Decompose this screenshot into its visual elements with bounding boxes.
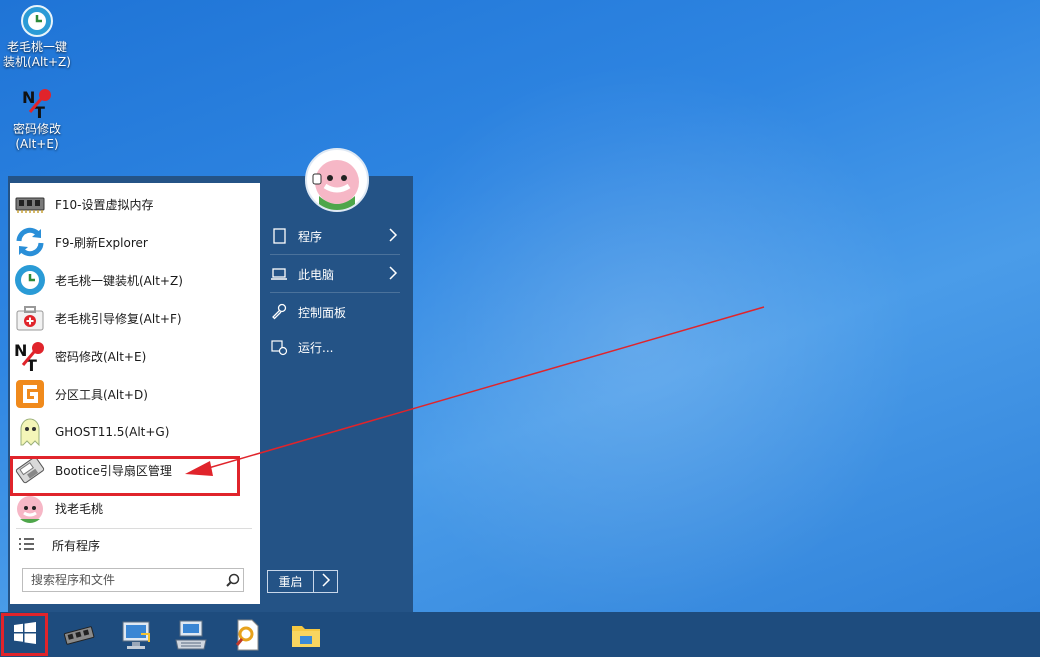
nt-password-icon: NT xyxy=(13,339,47,375)
desktop-icon-laomaotao-install[interactable]: 老毛桃一键 装机(Alt+Z) xyxy=(2,4,72,70)
right-divider xyxy=(270,292,400,293)
all-programs-button[interactable]: 所有程序 xyxy=(10,531,260,559)
first-aid-kit-icon xyxy=(13,301,47,335)
laomaotao-install-icon xyxy=(13,263,47,297)
menu-item-label: 找老毛桃 xyxy=(55,501,104,516)
menu-item-label: 老毛桃一键装机(Alt+Z) xyxy=(55,273,183,288)
menu-item-laomaotao-install[interactable]: 老毛桃一键装机(Alt+Z) xyxy=(10,261,260,299)
start-right-this-pc[interactable]: 此电脑 xyxy=(270,259,400,289)
search-box[interactable] xyxy=(22,568,244,592)
start-right-label: 此电脑 xyxy=(298,267,335,282)
menu-item-label: 密码修改(Alt+E) xyxy=(55,349,147,364)
search-input[interactable] xyxy=(31,573,221,587)
start-right-control-panel[interactable]: 控制面板 xyxy=(270,297,400,327)
chevron-right-icon xyxy=(388,266,398,280)
memory-chip-icon xyxy=(62,626,96,656)
run-icon xyxy=(270,338,288,356)
taskbar-memory-chip[interactable] xyxy=(62,618,96,652)
taskbar-file-explorer[interactable] xyxy=(289,618,323,652)
right-divider xyxy=(270,254,400,255)
taskbar-network-computer[interactable] xyxy=(119,618,153,652)
desktop-icon-label: 老毛桃一键 装机(Alt+Z) xyxy=(3,40,71,69)
user-avatar[interactable] xyxy=(305,148,369,212)
annotation-highlight-box xyxy=(10,456,240,496)
start-menu-left-pane: F10-设置虚拟内存 F9-刷新Explorer 老毛桃一键装机(Alt+Z) … xyxy=(10,183,260,604)
folder-icon xyxy=(289,626,323,656)
wrench-icon xyxy=(270,303,288,321)
menu-item-label: 老毛桃引导修复(Alt+F) xyxy=(55,311,182,326)
nt-password-icon: NT xyxy=(20,86,54,122)
memory-chip-icon xyxy=(13,187,47,221)
start-right-programs[interactable]: 程序 xyxy=(270,221,400,251)
keyboard-computer-icon xyxy=(174,620,208,656)
menu-item-boot-repair[interactable]: 老毛桃引导修复(Alt+F) xyxy=(10,299,260,337)
list-icon xyxy=(16,535,36,555)
start-right-label: 程序 xyxy=(298,229,323,244)
peach-mascot-icon xyxy=(13,491,47,525)
chevron-right-icon xyxy=(388,228,398,242)
desktop-background xyxy=(360,60,920,620)
chevron-right-icon xyxy=(321,572,331,591)
network-computer-icon xyxy=(119,621,153,656)
taskbar xyxy=(0,612,1040,657)
ghost-icon xyxy=(13,415,47,449)
refresh-icon xyxy=(13,225,47,259)
menu-item-ghost[interactable]: GHOST11.5(Alt+G) xyxy=(10,413,260,451)
menu-item-label: F9-刷新Explorer xyxy=(55,235,148,250)
laomaotao-install-icon xyxy=(20,4,54,38)
all-programs-label: 所有程序 xyxy=(52,538,101,553)
start-menu: F10-设置虚拟内存 F9-刷新Explorer 老毛桃一键装机(Alt+Z) … xyxy=(8,176,413,612)
taskbar-search-file[interactable] xyxy=(230,618,264,652)
desktop-icon-label: 密码修改 (Alt+E) xyxy=(12,122,61,151)
diskgenius-icon xyxy=(13,377,47,411)
search-icon[interactable] xyxy=(225,572,241,588)
document-icon xyxy=(270,227,288,245)
menu-item-virtual-memory[interactable]: F10-设置虚拟内存 xyxy=(10,185,260,223)
laptop-icon xyxy=(270,265,288,283)
menu-item-password[interactable]: NT 密码修改(Alt+E) xyxy=(10,337,260,375)
shutdown-options-button[interactable] xyxy=(314,570,338,593)
windows-logo-icon xyxy=(13,621,37,649)
start-right-label: 运行... xyxy=(298,340,334,355)
desktop-icon-password[interactable]: NT 密码修改 (Alt+E) xyxy=(2,86,72,152)
start-button[interactable] xyxy=(1,613,48,656)
menu-item-partition-tool[interactable]: 分区工具(Alt+D) xyxy=(10,375,260,413)
menu-item-label: 分区工具(Alt+D) xyxy=(55,387,148,402)
menu-item-refresh-explorer[interactable]: F9-刷新Explorer xyxy=(10,223,260,261)
menu-item-label: F10-设置虚拟内存 xyxy=(55,197,154,212)
file-search-icon xyxy=(230,619,264,656)
menu-item-label: GHOST11.5(Alt+G) xyxy=(55,425,170,439)
start-right-run[interactable]: 运行... xyxy=(270,332,400,362)
start-right-label: 控制面板 xyxy=(298,305,347,320)
menu-divider xyxy=(16,528,252,529)
taskbar-keyboard[interactable] xyxy=(174,618,208,652)
restart-button[interactable]: 重启 xyxy=(267,570,314,593)
